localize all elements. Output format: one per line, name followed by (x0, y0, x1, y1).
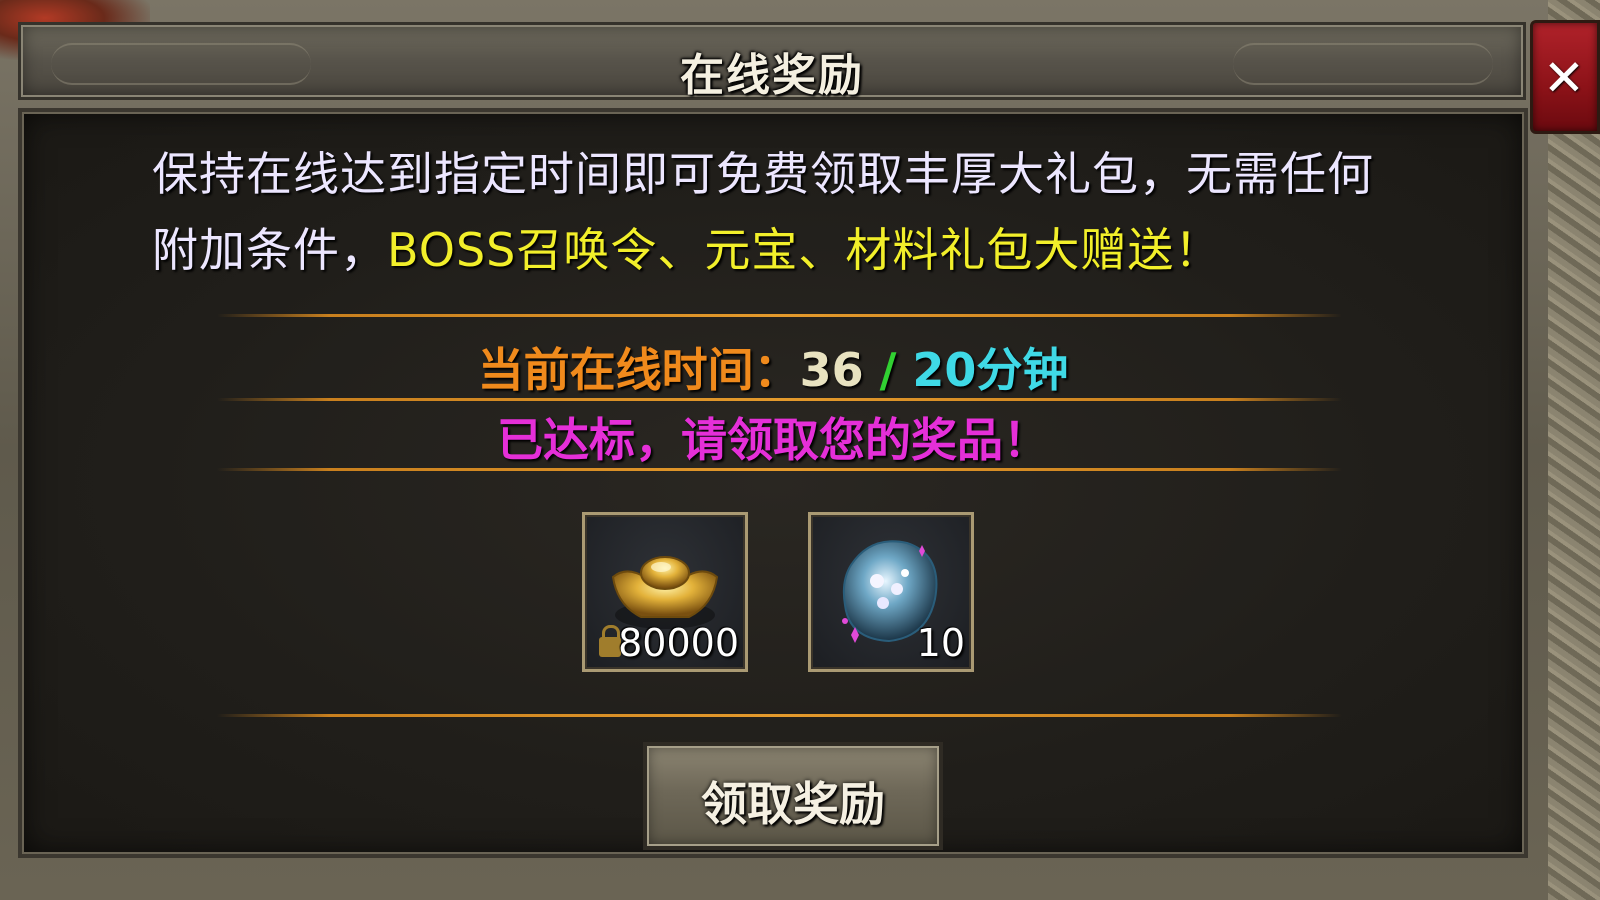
reward-count: 10 (916, 621, 965, 665)
online-time-separator: / (863, 343, 913, 397)
divider-middle (217, 398, 1342, 401)
title-bar: 在线奖励 (18, 22, 1526, 101)
reward-description: 保持在线达到指定时间即可免费领取丰厚大礼包，无需任何附加条件，BOSS召唤令、元… (152, 136, 1402, 288)
online-time-row: 当前在线时间：36 / 20分钟 (22, 334, 1524, 400)
divider-bottom (217, 714, 1342, 717)
claim-reward-button[interactable]: 领取奖励 (643, 742, 943, 850)
reward-slot-gold[interactable]: 80000 (582, 512, 748, 672)
online-time-label: 当前在线时间： (477, 343, 800, 397)
status-message: 已达标，请领取您的奖品！ (497, 413, 1049, 467)
online-time-target: 20分钟 (912, 343, 1069, 397)
background-texture (1548, 0, 1600, 900)
game-screen: 在线奖励 ✕ 保持在线达到指定时间即可免费领取丰厚大礼包，无需任何附加条件，BO… (0, 0, 1600, 900)
claim-reward-label: 领取奖励 (701, 777, 885, 831)
main-panel: 保持在线达到指定时间即可免费领取丰厚大礼包，无需任何附加条件，BOSS召唤令、元… (18, 108, 1528, 858)
dialog-title: 在线奖励 (680, 50, 864, 101)
reward-slot-gem[interactable]: 10 (808, 512, 974, 672)
close-icon: ✕ (1543, 49, 1585, 107)
divider-top (217, 314, 1342, 317)
online-time-current: 36 (799, 343, 864, 397)
description-highlight: BOSS召唤令、元宝、材料礼包大赠送！ (387, 223, 1222, 277)
close-button[interactable]: ✕ (1530, 20, 1600, 134)
divider-status (217, 468, 1342, 471)
reward-count: 80000 (618, 621, 739, 665)
